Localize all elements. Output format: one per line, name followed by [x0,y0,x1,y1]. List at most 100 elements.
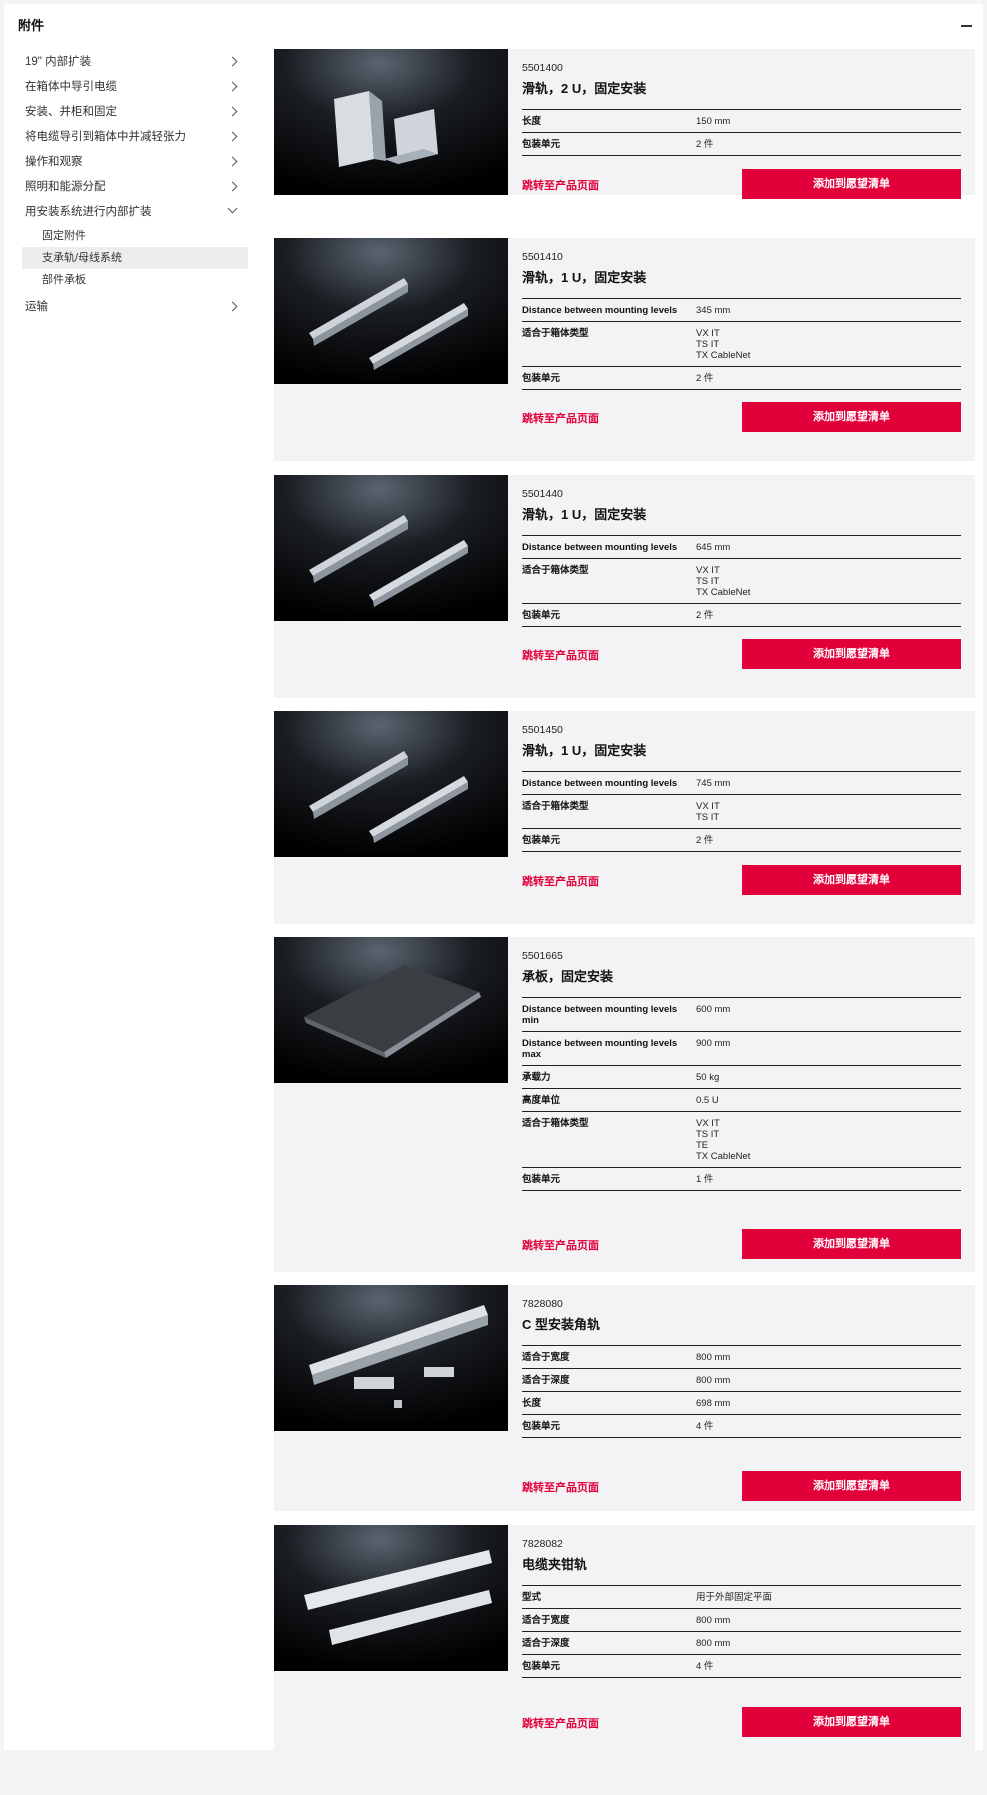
product-sku: 5501665 [522,950,563,962]
product-actions: 跳转至产品页面 添加到愿望清单 [522,1229,961,1259]
spec-row: 适合于箱体类型 VX IT TS IT TX CableNet [522,559,961,604]
product-actions: 跳转至产品页面 添加到愿望清单 [522,865,961,895]
spec-label: 适合于箱体类型 [522,328,589,339]
sidebar-item-label: 在箱体中导引电缆 [25,81,117,93]
spec-row: 包装单元 2 件 [522,604,961,627]
product-page-link[interactable]: 跳转至产品页面 [522,177,599,193]
spec-label: 适合于箱体类型 [522,565,589,576]
sidebar-item-interior-installation[interactable]: 用安装系统进行内部扩装 [22,200,248,225]
spec-value: 用于外部固定平面 [696,1592,773,1603]
spec-label: Distance between mounting levels [522,542,678,553]
product-image-frame[interactable] [274,238,508,384]
product-sku: 7828082 [522,1538,563,1550]
accessories-panel: 附件 19" 内部扩装 在箱体中导引电缆 安装、并柜和固定 将电缆导引到箱体中并… [4,4,983,1795]
spec-value: 600 mm [696,1004,731,1015]
spec-row: 适合于深度 800 mm [522,1369,961,1392]
product-image [274,1525,508,1671]
sidebar-item-lighting[interactable]: 照明和能源分配 [22,175,248,200]
product-actions: 跳转至产品页面 添加到愿望清单 [522,169,961,199]
page: 附件 19" 内部扩装 在箱体中导引电缆 安装、并柜和固定 将电缆导引到箱体中并… [0,0,987,1795]
spec-row: 包装单元 4 件 [522,1655,961,1678]
product-name: C 型安装角轨 [522,1317,601,1332]
product-image-frame[interactable] [274,49,508,195]
sidebar-subitem-label: 固定附件 [42,230,86,242]
sidebar-subitem-fixing[interactable]: 固定附件 [22,225,248,247]
spec-table: 型式 用于外部固定平面适合于宽度 800 mm 适合于深度 800 mm 包装单元 4 件 [522,1585,961,1678]
spec-row: 型式 用于外部固定平面 [522,1586,961,1609]
product-image [274,711,508,857]
section-header[interactable]: 附件 [18,16,978,36]
spec-label: 包装单元 [522,373,561,384]
product-sku: 5501400 [522,62,563,74]
spec-value: 2 件 [696,139,714,150]
add-to-wishlist-button[interactable]: 添加到愿望清单 [742,639,961,669]
add-to-wishlist-button[interactable]: 添加到愿望清单 [742,402,961,432]
spec-row: 高度单位 0.5 U [522,1089,961,1112]
spec-value: VX IT TS IT TX CableNet [696,328,751,361]
product-image-frame[interactable] [274,711,508,857]
sidebar-subitem-rails[interactable]: 支承轨/母线系统 [22,247,248,269]
spec-value: VX IT TS IT TX CableNet [696,565,751,598]
add-to-wishlist-button[interactable]: 添加到愿望清单 [742,169,961,199]
product-image-frame[interactable] [274,937,508,1083]
product-sku: 5501410 [522,251,563,263]
sidebar-item-label: 将电缆导引到箱体中并减轻张力 [25,131,186,143]
spec-row: 适合于箱体类型 VX IT TS IT TE TX CableNet [522,1112,961,1168]
product-info: 5501400 滑轨，2 U，固定安装 长度 150 mm 包装单元 2 件跳转至产品页面… [522,49,961,199]
chevron-right-icon [227,56,238,67]
spec-row: 适合于宽度 800 mm [522,1346,961,1369]
product-name: 滑轨，1 U，固定安装 [522,270,647,285]
sidebar-item-transport[interactable]: 运输 [22,295,248,320]
spec-value: 4 件 [696,1661,714,1672]
product-card: 5501410 滑轨，1 U，固定安装 Distance between mount… [274,238,975,461]
spec-label: 适合于深度 [522,1638,570,1649]
product-image [274,475,508,621]
spec-row: Distance between mounting levels 345 mm [522,299,961,322]
product-actions: 跳转至产品页面 添加到愿望清单 [522,1707,961,1737]
add-to-wishlist-button[interactable]: 添加到愿望清单 [742,1229,961,1259]
product-name: 承板，固定安装 [522,969,614,984]
spec-row: 包装单元 2 件 [522,829,961,852]
sidebar-subitem-plates[interactable]: 部件承板 [22,269,248,291]
product-image-frame[interactable] [274,1525,508,1671]
spec-label: 适合于宽度 [522,1615,570,1626]
product-page-link[interactable]: 跳转至产品页面 [522,647,599,663]
product-info: 5501450 滑轨，1 U，固定安装 Distance between mount… [522,711,961,895]
product-image-frame[interactable] [274,475,508,621]
spec-table: Distance between mounting levels 645 mm 适合… [522,535,961,627]
add-to-wishlist-button[interactable]: 添加到愿望清单 [742,1471,961,1501]
spec-value: 800 mm [696,1615,731,1626]
product-page-link[interactable]: 跳转至产品页面 [522,1715,599,1731]
product-image-frame[interactable] [274,1285,508,1431]
product-page-link[interactable]: 跳转至产品页面 [522,1479,599,1495]
sidebar-item-19-inch[interactable]: 19" 内部扩装 [22,50,248,75]
sidebar-item-cable-routing[interactable]: 在箱体中导引电缆 [22,75,248,100]
collapse-icon[interactable] [961,25,972,27]
spec-row: 适合于深度 800 mm [522,1632,961,1655]
spec-label: 长度 [522,116,542,127]
product-page-link[interactable]: 跳转至产品页面 [522,873,599,889]
sidebar-subitem-label: 支承轨/母线系统 [42,252,123,264]
spec-label: 包装单元 [522,835,561,846]
spec-label: 包装单元 [522,610,561,621]
sidebar-item-operation[interactable]: 操作和观察 [22,150,248,175]
sidebar-item-label: 用安装系统进行内部扩装 [25,206,152,218]
product-page-link[interactable]: 跳转至产品页面 [522,410,599,426]
product-card: 7828080 C 型安装角轨 适合于宽度 800 mm 适合于深度 800 mm 长度 69… [274,1285,975,1511]
sidebar-item-mounting[interactable]: 安装、并柜和固定 [22,100,248,125]
spec-label: 长度 [522,1398,542,1409]
product-info: 5501665 承板，固定安装 Distance between mounting … [522,937,961,1259]
sidebar-item-cable-entry[interactable]: 将电缆导引到箱体中并减轻张力 [22,125,248,150]
add-to-wishlist-button[interactable]: 添加到愿望清单 [742,1707,961,1737]
product-actions: 跳转至产品页面 添加到愿望清单 [522,639,961,669]
spec-row: Distance between mounting levels max 900 … [522,1032,961,1066]
spec-row: 包装单元 2 件 [522,133,961,156]
category-sidebar: 19" 内部扩装 在箱体中导引电缆 安装、并柜和固定 将电缆导引到箱体中并减轻张… [22,50,248,320]
spec-label: 包装单元 [522,1421,561,1432]
spec-row: 长度 150 mm [522,110,961,133]
spec-label: 高度单位 [522,1095,561,1106]
spec-value: 50 kg [696,1072,720,1083]
product-info: 7828080 C 型安装角轨 适合于宽度 800 mm 适合于深度 800 mm 长度 69… [522,1285,961,1501]
product-page-link[interactable]: 跳转至产品页面 [522,1237,599,1253]
add-to-wishlist-button[interactable]: 添加到愿望清单 [742,865,961,895]
